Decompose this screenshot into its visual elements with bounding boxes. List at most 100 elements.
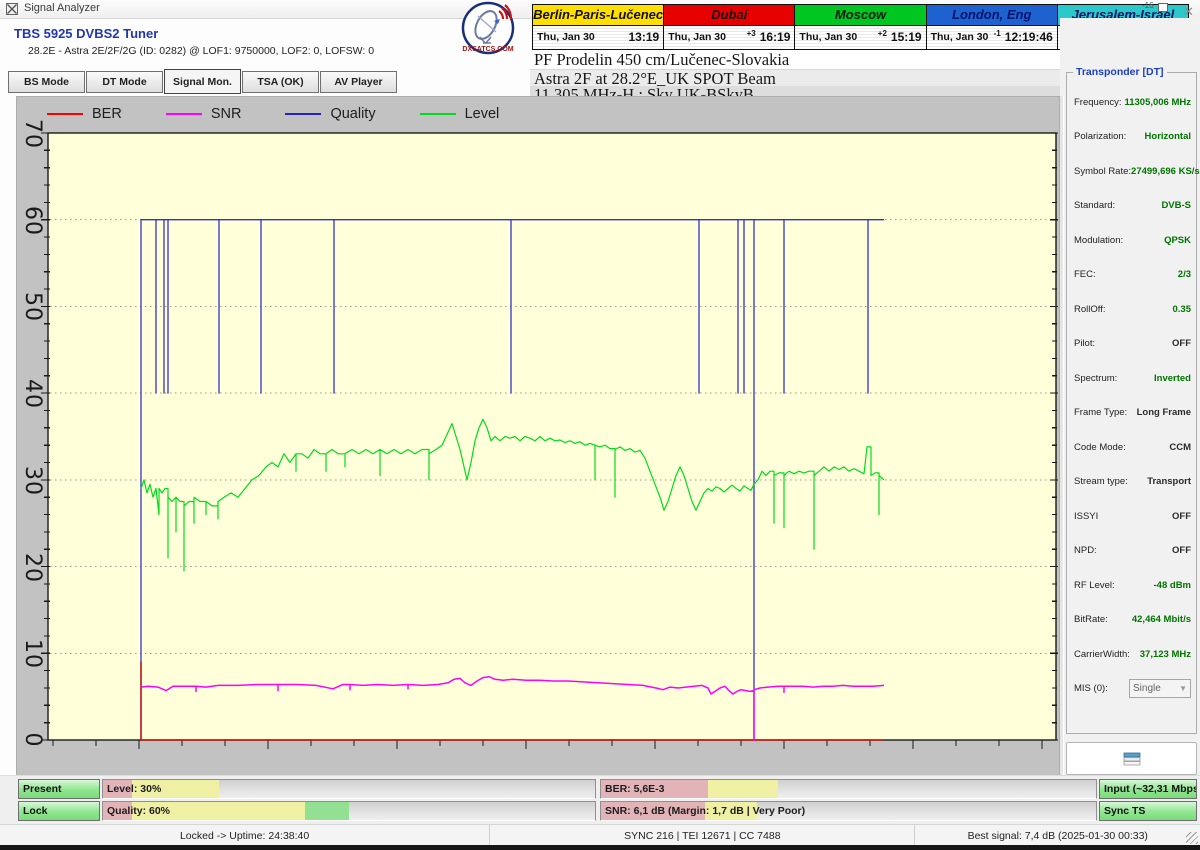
transponder-row-value: 42,464 Mbit/s [1132, 614, 1191, 625]
clock-utc-offset: +3 [747, 29, 756, 38]
status-sync-counters: SYNC 216 | TEI 12671 | CC 7488 [490, 825, 915, 846]
y-axis-label: 70 [18, 119, 46, 147]
transponder-row: Pilot:OFF [1067, 327, 1196, 362]
clock-city-label: London, Eng [927, 5, 1057, 26]
clock-date: Thu, Jan 30 [537, 31, 595, 43]
transponder-row: Frequency:11305,006 MHz [1067, 85, 1196, 120]
clock-time-row: Thu, Jan 30 13:19 [533, 26, 663, 48]
tuner-name: TBS 5925 DVBS2 Tuner [14, 26, 158, 41]
meter-fill-segment [305, 802, 349, 820]
clock-city-label: Berlin-Paris-Lučenec [533, 5, 663, 26]
snr-meter: SNR: 6,1 dB (Margin: 1,7 dB | Very Poor) [600, 801, 1097, 821]
transponder-row: Code Mode:CCM [1067, 430, 1196, 465]
mis-selected-value: Single [1133, 683, 1161, 694]
clock-time-value: 13:19 [629, 30, 660, 44]
clock-date: Thu, Jan 30 [931, 31, 989, 43]
lock-indicator: Lock [18, 801, 100, 821]
dxsatcs-logo: DXSATCS.COM [458, 1, 518, 59]
transponder-row: CarrierWidth: 37,123 MHz [1067, 637, 1196, 672]
tuner-details: 28.2E - Astra 2E/2F/2G (ID: 0282) @ LOF1… [28, 45, 374, 57]
mini-label: -16 [1142, 1, 1154, 10]
transponder-row-label: RollOff: [1074, 304, 1106, 315]
status-uptime: Locked -> Uptime: 24:38:40 [0, 825, 490, 846]
meter-fill-segment [708, 780, 778, 798]
level-meter: Level: 30% [102, 779, 596, 799]
transponder-row: RF Level: -48 dBm [1067, 568, 1196, 603]
sync-ts-indicator: Sync TS [1099, 801, 1197, 821]
transponder-row-label: Polarization: [1074, 131, 1126, 142]
logo-text: DXSATCS.COM [462, 46, 513, 53]
y-axis-label: 30 [18, 466, 46, 494]
transponder-rows: Frequency:11305,006 MHz Polarization: Hori… [1067, 85, 1196, 706]
transponder-row-value: 37,123 MHz [1140, 649, 1191, 660]
y-axis-label: 60 [18, 206, 46, 234]
transponder-row: BitRate: 42,464 Mbit/s [1067, 603, 1196, 638]
transponder-row-label: CarrierWidth: [1074, 649, 1130, 660]
meter-label: Quality: 60% [107, 802, 170, 820]
transponder-row-value: OFF [1172, 338, 1191, 349]
reception-info-line: PF Prodelin 450 cm/Lučenec-Slovakia [530, 51, 1064, 69]
transponder-row-label: Symbol Rate: [1074, 166, 1131, 177]
tab-tsa-ok-[interactable]: TSA (OK) [242, 71, 319, 93]
clock-cell: DubaiThu, Jan 30+316:19 [664, 5, 795, 49]
tab-signal-mon-[interactable]: Signal Mon. [164, 69, 241, 94]
transponder-row-label: BitRate: [1074, 614, 1108, 625]
transponder-row-label: Code Mode: [1074, 442, 1126, 453]
transponder-title: Transponder [DT] [1073, 66, 1167, 78]
mode-tabs: BS ModeDT ModeSignal Mon.TSA (OK)AV Play… [8, 71, 398, 97]
bottom-edge [0, 845, 1200, 850]
y-axis-label: 0 [18, 726, 46, 754]
status-bar: Locked -> Uptime: 24:38:40 SYNC 216 | TE… [0, 824, 1200, 846]
transponder-row-value: Inverted [1154, 373, 1191, 384]
clock-cell: Berlin-Paris-Lučenec Thu, Jan 30 13:19 [533, 5, 664, 49]
transponder-row: Symbol Rate:27499,696 KS/s [1067, 154, 1196, 189]
transponder-row-label: NPD: [1074, 545, 1097, 556]
transponder-row: FEC:2/3 [1067, 258, 1196, 293]
mis-dropdown[interactable]: Single ▼ [1129, 679, 1191, 698]
transponder-row-value: 27499,696 KS/s [1131, 166, 1200, 177]
input-rate-indicator: Input (~32,31 Mbps) [1099, 779, 1197, 799]
clock-utc-offset: +2 [878, 29, 887, 38]
ber-meter: BER: 5,6E-3 [600, 779, 1097, 799]
clock-city-label: Dubai [664, 5, 794, 26]
clock-cell: London, EngThu, Jan 30-112:19:46 [927, 5, 1058, 49]
quality-meter: Quality: 60% [102, 801, 596, 821]
chart-panel: BERSNRQualityLevel 010203040506070 [16, 96, 1060, 777]
mis-label: MIS (0): [1074, 683, 1108, 694]
signal-analyzer-window: Signal Analyzer TBS 5925 DVBS2 Tuner 28.… [0, 0, 1200, 850]
tab-av-player[interactable]: AV Player [320, 71, 397, 93]
transponder-row: Stream type: Transport [1067, 465, 1196, 500]
tab-bs-mode[interactable]: BS Mode [8, 71, 85, 93]
present-indicator: Present [18, 779, 100, 799]
transponder-row-value: 11305,006 MHz [1124, 97, 1191, 108]
transponder-row: Modulation: QPSK [1067, 223, 1196, 258]
transponder-row: RollOff:0.35 [1067, 292, 1196, 327]
transponder-row-value: Transport [1147, 476, 1191, 487]
clock-date: Thu, Jan 30 [668, 31, 726, 43]
signal-chart [17, 97, 1059, 776]
reception-info-line: Astra 2F at 28.2°E_UK SPOT Beam [530, 69, 1064, 87]
restore-icon[interactable] [1158, 3, 1168, 12]
transponder-row: Polarization: Horizontal [1067, 120, 1196, 155]
y-axis-label: 20 [18, 553, 46, 581]
ts-packets-icon [1123, 752, 1141, 766]
transponder-row-value: Horizontal [1145, 131, 1191, 142]
transponder-row-value: QPSK [1164, 235, 1191, 246]
clock-time-value: 15:19 [891, 30, 922, 44]
tab-dt-mode[interactable]: DT Mode [86, 71, 163, 93]
clock-date: Thu, Jan 30 [799, 31, 857, 43]
clock-cell: MoscowThu, Jan 30+215:19 [795, 5, 926, 49]
transponder-row-value: DVB-S [1161, 200, 1191, 211]
transponder-row-label: Standard: [1074, 200, 1115, 211]
app-icon [6, 3, 18, 15]
transponder-row-label: RF Level: [1074, 580, 1115, 591]
transponder-row-value: -48 dBm [1154, 580, 1191, 591]
transponder-row-label: Frame Type: [1074, 407, 1127, 418]
transponder-row-label: FEC: [1074, 269, 1096, 280]
transponder-row-label: Stream type: [1074, 476, 1128, 487]
y-axis-label: 50 [18, 292, 46, 320]
transponder-row: Spectrum:Inverted [1067, 361, 1196, 396]
transponder-row-label: Modulation: [1074, 235, 1123, 246]
chevron-down-icon: ▼ [1179, 684, 1187, 693]
resize-grip[interactable] [1186, 832, 1198, 844]
